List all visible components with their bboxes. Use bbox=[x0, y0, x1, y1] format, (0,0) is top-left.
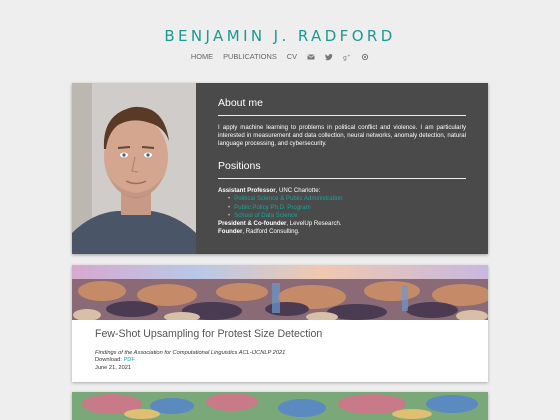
positions-heading: Positions bbox=[218, 160, 261, 173]
publication-download: Download: PDF bbox=[95, 357, 285, 364]
download-label: Download: bbox=[95, 357, 124, 364]
publication-venue: Findings of the Association for Computat… bbox=[95, 350, 286, 356]
position-entry: Assistant Professor, UNC Charlotte: bbox=[218, 187, 466, 195]
divider bbox=[218, 115, 466, 116]
main-nav: HOME PUBLICATIONS CV g + bbox=[0, 52, 560, 61]
github-icon[interactable] bbox=[361, 53, 369, 61]
position-entry: President & Co-founder, LevelUp Research… bbox=[218, 220, 466, 228]
position-title: Founder bbox=[218, 228, 243, 236]
positions-list: Assistant Professor, UNC Charlotte: Poli… bbox=[218, 187, 466, 236]
publication-meta: Findings of the Association for Computat… bbox=[95, 350, 285, 372]
twitter-icon[interactable] bbox=[325, 53, 333, 61]
site-title[interactable]: BENJAMIN J. RADFORD bbox=[0, 27, 560, 45]
position-org: , UNC Charlotte: bbox=[275, 187, 321, 195]
position-title: Assistant Professor bbox=[218, 187, 276, 195]
publication-banner-image[interactable] bbox=[72, 392, 488, 420]
link-polisci[interactable]: Political Science & Public Administratio… bbox=[234, 195, 342, 202]
publication-date: June 21, 2021 bbox=[95, 364, 132, 371]
position-title: President & Co-founder bbox=[218, 219, 287, 227]
about-heading: About me bbox=[218, 97, 263, 109]
google-scholar-icon[interactable]: g + bbox=[343, 53, 351, 62]
position-org: , LevelUp Research. bbox=[286, 219, 342, 227]
publication-card[interactable]: Few-Shot Upsampling for Protest Size Det… bbox=[72, 265, 488, 382]
publication-card-next[interactable] bbox=[72, 392, 488, 420]
publication-title[interactable]: Few-Shot Upsampling for Protest Size Det… bbox=[95, 328, 322, 340]
email-icon[interactable] bbox=[307, 53, 315, 61]
divider bbox=[218, 178, 466, 180]
about-content: About me I apply machine learning to pro… bbox=[218, 97, 466, 236]
nav-cv[interactable]: CV bbox=[287, 52, 297, 61]
nav-home[interactable]: HOME bbox=[191, 52, 213, 61]
position-org: , Radford Consulting. bbox=[242, 228, 300, 236]
publication-banner-image[interactable] bbox=[72, 265, 488, 320]
position-entry: Founder, Radford Consulting. bbox=[218, 228, 466, 236]
list-item: School of Data Science bbox=[228, 212, 466, 220]
list-item: Public Policy Ph.D. Program bbox=[228, 204, 466, 212]
link-data-science[interactable]: School of Data Science bbox=[234, 212, 297, 219]
about-text: I apply machine learning to problems in … bbox=[218, 124, 466, 148]
link-public-policy[interactable]: Public Policy Ph.D. Program bbox=[234, 204, 311, 211]
list-item: Political Science & Public Administratio… bbox=[228, 195, 466, 203]
pdf-link[interactable]: PDF bbox=[123, 357, 134, 363]
svg-text:+: + bbox=[347, 53, 350, 58]
nav-publications[interactable]: PUBLICATIONS bbox=[223, 52, 277, 61]
profile-photo bbox=[72, 83, 196, 254]
about-card: About me I apply machine learning to pro… bbox=[72, 83, 488, 254]
